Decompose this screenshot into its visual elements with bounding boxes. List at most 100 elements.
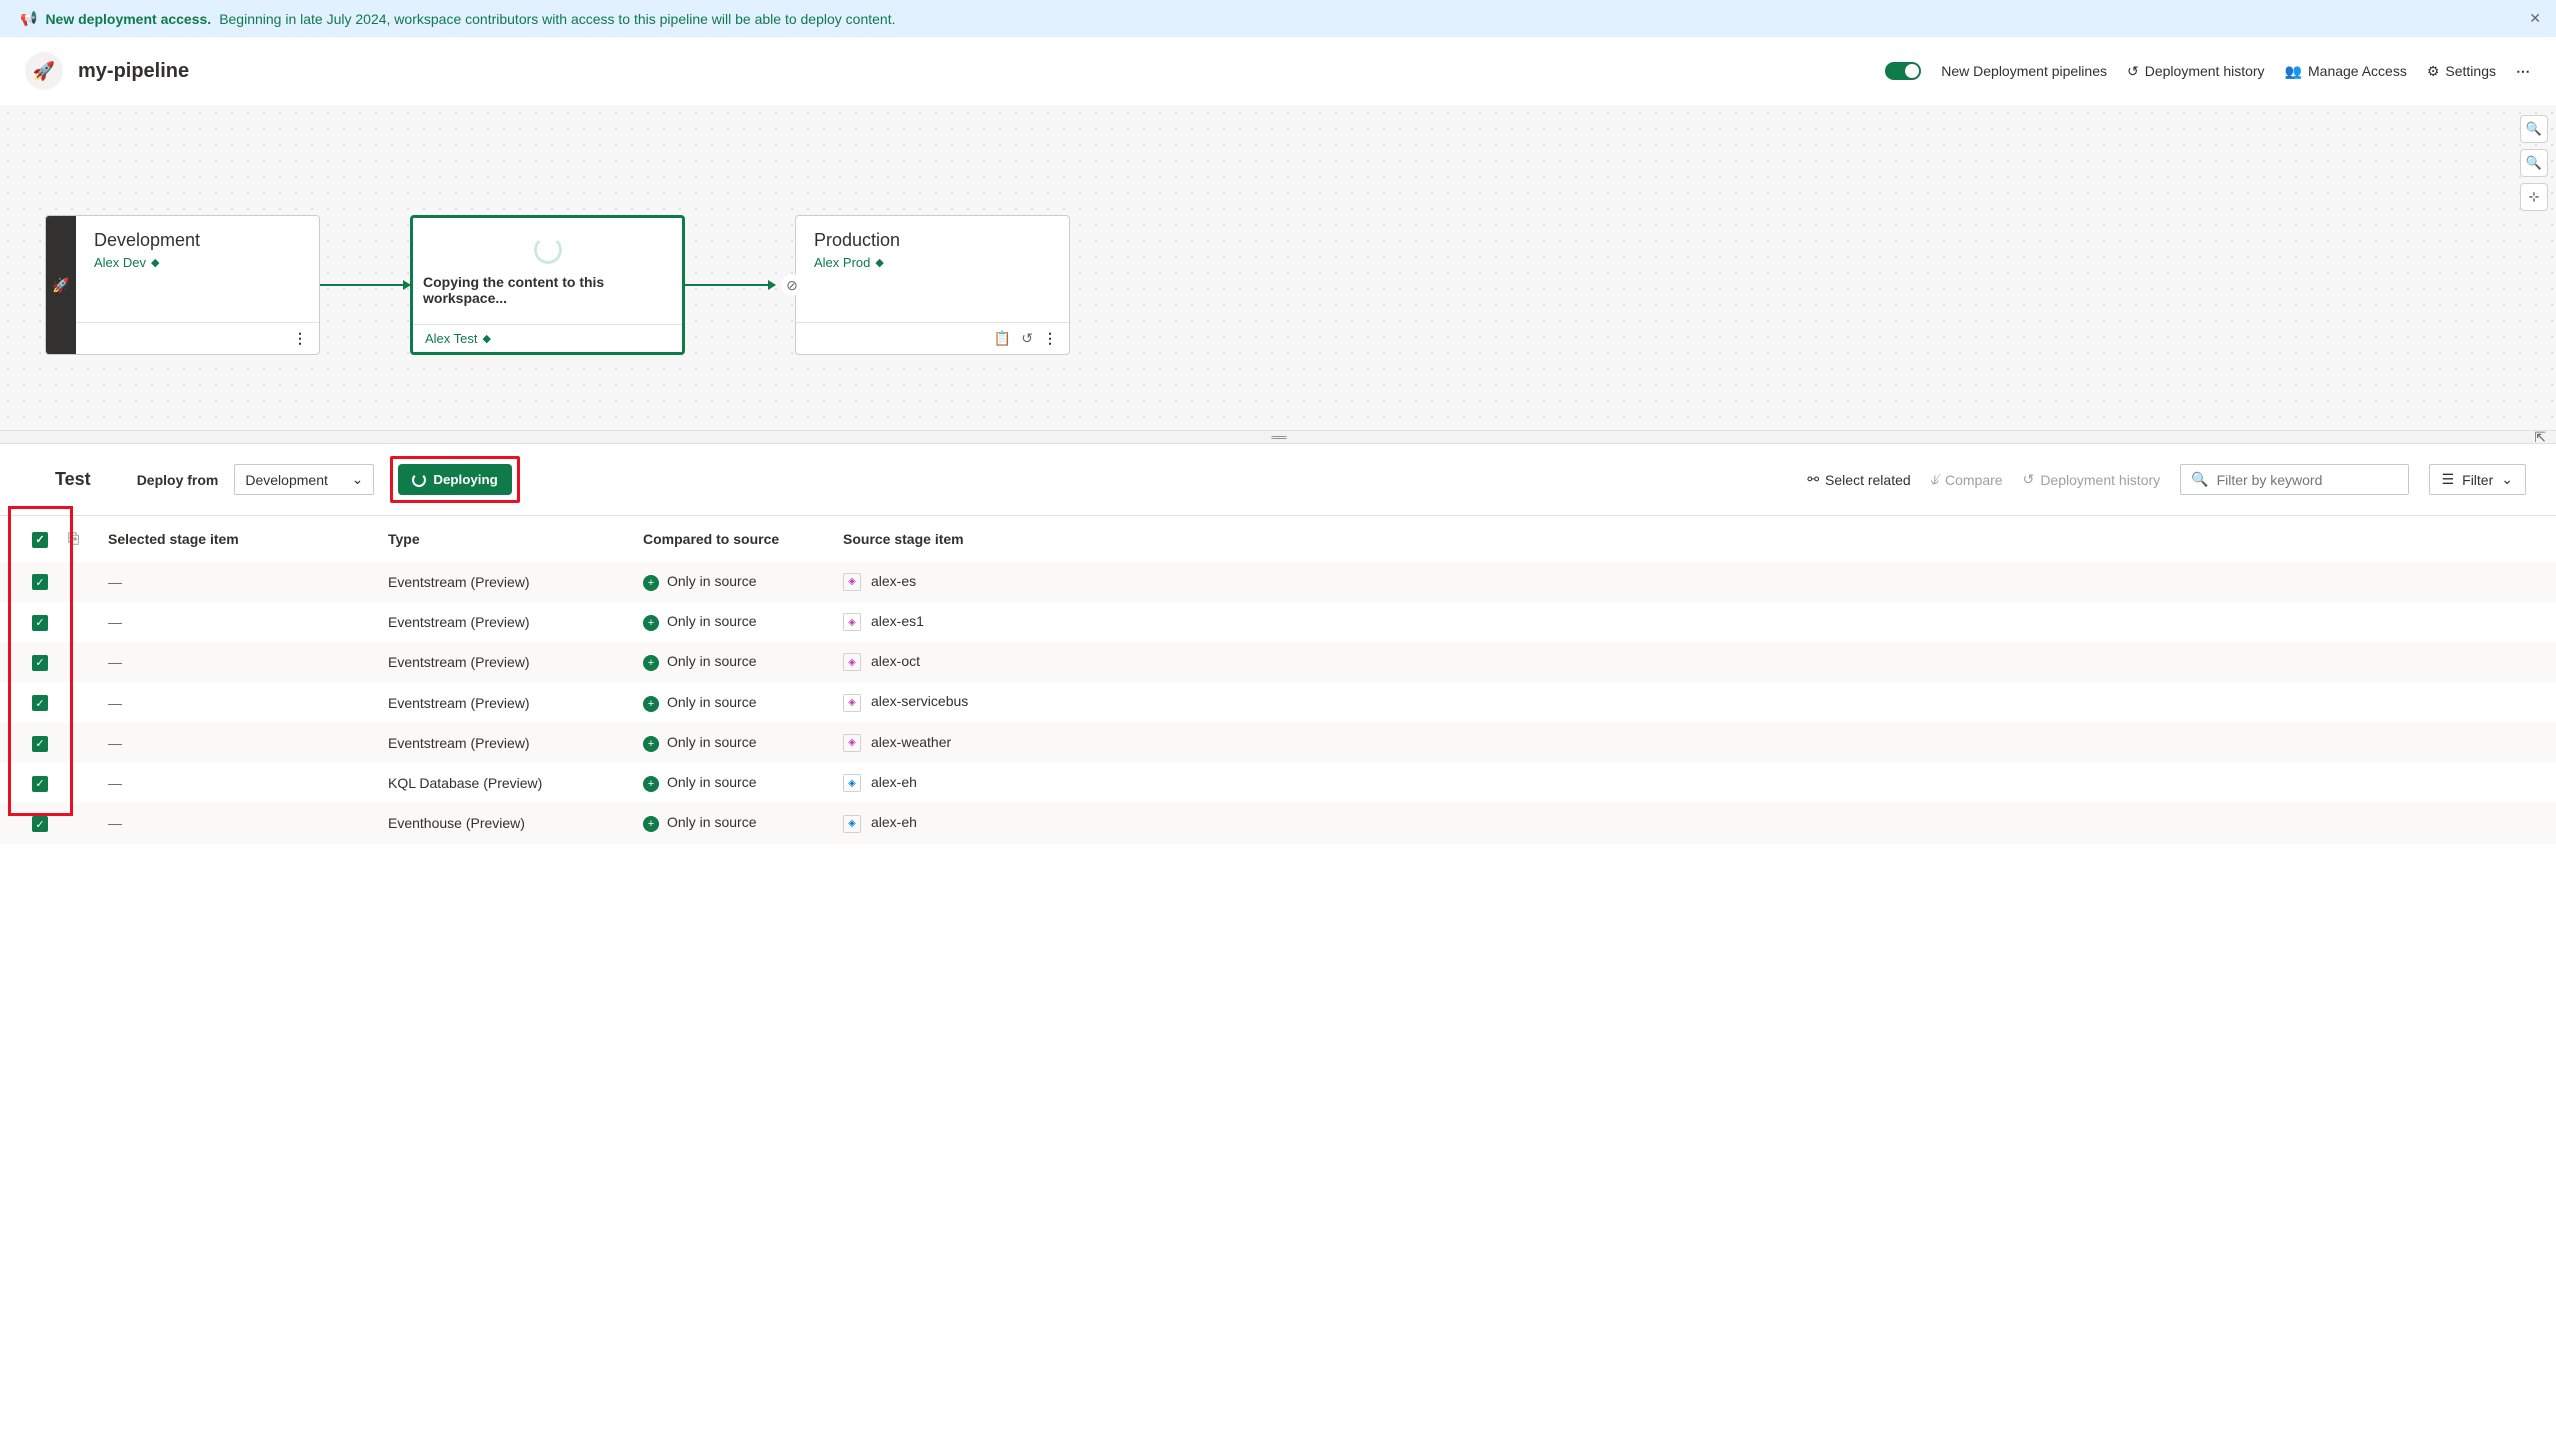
plus-icon: + bbox=[643, 816, 659, 832]
table-row[interactable]: ✓ — Eventhouse (Preview) +Only in source… bbox=[0, 803, 2556, 843]
toggle-label: New Deployment pipelines bbox=[1941, 63, 2107, 79]
deploy-button[interactable]: Deploying bbox=[398, 464, 511, 495]
table-row[interactable]: ✓ — Eventstream (Preview) +Only in sourc… bbox=[0, 682, 2556, 722]
stage-workspace: Alex Prod bbox=[814, 255, 870, 270]
table-row[interactable]: ✓ — Eventstream (Preview) +Only in sourc… bbox=[0, 562, 2556, 602]
source-cell: ◈alex-oct bbox=[833, 642, 2556, 682]
compare-icon: ⫝̸ bbox=[1931, 471, 1939, 488]
stage-workspace: Alex Test bbox=[425, 331, 478, 346]
stage-card-test[interactable]: Copying the content to this workspace...… bbox=[410, 215, 685, 355]
deploy-from-dropdown[interactable]: Development ⌄ bbox=[234, 464, 374, 495]
source-cell: ◈alex-eh bbox=[833, 803, 2556, 843]
stage-card-development[interactable]: 🚀 Development Alex Dev ◆ ⋮ bbox=[45, 215, 320, 355]
deploy-from-label: Deploy from bbox=[137, 472, 219, 488]
compare-button[interactable]: ⫝̸ Compare bbox=[1931, 471, 2003, 488]
toggle-new-pipelines[interactable] bbox=[1885, 62, 1921, 80]
column-header-type[interactable]: Type bbox=[378, 516, 633, 562]
diamond-icon: ◆ bbox=[151, 256, 159, 269]
details-toolbar: Test Deploy from Development ⌄ Deploying… bbox=[0, 444, 2556, 516]
item-type-icon: ◈ bbox=[843, 734, 861, 752]
item-type-icon: ◈ bbox=[843, 573, 861, 591]
item-type-icon: ◈ bbox=[843, 613, 861, 631]
arrow-connector bbox=[320, 284, 410, 286]
arrow-connector: ⊘ bbox=[685, 284, 775, 286]
selected-item-cell: — bbox=[108, 654, 122, 670]
select-related-button[interactable]: ⚯ Select related bbox=[1807, 471, 1910, 488]
source-cell: ◈alex-es1 bbox=[833, 602, 2556, 642]
spinner-icon bbox=[412, 473, 426, 487]
type-cell: Eventstream (Preview) bbox=[378, 723, 633, 763]
filter-button[interactable]: ☰ Filter ⌄ bbox=[2429, 464, 2526, 495]
zoom-out-button[interactable]: 🔍 bbox=[2520, 149, 2548, 177]
item-type-icon: ◈ bbox=[843, 694, 861, 712]
fit-view-button[interactable]: ⊹ bbox=[2520, 183, 2548, 211]
table-row[interactable]: ✓ — Eventstream (Preview) +Only in sourc… bbox=[0, 642, 2556, 682]
type-cell: Eventhouse (Preview) bbox=[378, 803, 633, 843]
deployment-history-button[interactable]: ↺ Deployment history bbox=[2023, 471, 2161, 488]
column-header-compared[interactable]: Compared to source bbox=[633, 516, 833, 562]
search-input-wrapper: 🔍 bbox=[2180, 464, 2408, 495]
plus-icon: + bbox=[643, 696, 659, 712]
share-icon: ⚯ bbox=[1807, 471, 1819, 488]
page-title: my-pipeline bbox=[78, 60, 189, 83]
column-header-selected[interactable]: Selected stage item bbox=[98, 516, 378, 562]
more-menu[interactable]: ⋯ bbox=[2516, 63, 2531, 80]
stage-card-production[interactable]: Production Alex Prod ◆ 📋 ↺ ⋮ bbox=[795, 215, 1070, 355]
plus-icon: + bbox=[643, 615, 659, 631]
search-input[interactable] bbox=[2217, 472, 2398, 488]
stage-workspace: Alex Dev bbox=[94, 255, 146, 270]
stage-title: Development bbox=[94, 230, 301, 251]
source-cell: ◈alex-eh bbox=[833, 763, 2556, 803]
selected-item-cell: — bbox=[108, 614, 122, 630]
table-row[interactable]: ✓ — Eventstream (Preview) +Only in sourc… bbox=[0, 723, 2556, 763]
drag-handle-icon: ══ bbox=[1271, 430, 1284, 444]
close-icon[interactable]: ✕ bbox=[2529, 10, 2541, 27]
highlight-box bbox=[8, 506, 73, 816]
megaphone-icon: 📢 bbox=[20, 10, 37, 27]
plus-icon: + bbox=[643, 736, 659, 752]
selected-item-cell: — bbox=[108, 735, 122, 751]
blocked-icon: ⊘ bbox=[781, 274, 803, 296]
diamond-icon: ◆ bbox=[483, 332, 491, 345]
selected-item-cell: — bbox=[108, 695, 122, 711]
expand-icon[interactable]: ⇱ bbox=[2534, 429, 2546, 446]
item-type-icon: ◈ bbox=[843, 815, 861, 833]
stage-menu[interactable]: ⋮ bbox=[293, 330, 307, 347]
manage-access-link[interactable]: 👥 Manage Access bbox=[2285, 63, 2407, 80]
compared-cell: +Only in source bbox=[633, 723, 833, 763]
page-header: 🚀 my-pipeline New Deployment pipelines ↺… bbox=[0, 37, 2556, 105]
plus-icon: + bbox=[643, 776, 659, 792]
banner-text: Beginning in late July 2024, workspace c… bbox=[219, 11, 895, 27]
panel-divider[interactable]: ══ ⇱ bbox=[0, 430, 2556, 444]
pipeline-icon: 🚀 bbox=[25, 52, 63, 90]
table-row[interactable]: ✓ — Eventstream (Preview) +Only in sourc… bbox=[0, 602, 2556, 642]
column-header-source[interactable]: Source stage item bbox=[833, 516, 2556, 562]
chevron-down-icon: ⌄ bbox=[2501, 471, 2513, 488]
zoom-in-button[interactable]: 🔍 bbox=[2520, 115, 2548, 143]
pipeline-canvas: 🔍 🔍 ⊹ 🚀 Development Alex Dev ◆ ⋮ bbox=[0, 105, 2556, 430]
deployment-history-link[interactable]: ↺ Deployment history bbox=[2127, 63, 2265, 80]
diamond-icon: ◆ bbox=[875, 256, 883, 269]
item-type-icon: ◈ bbox=[843, 653, 861, 671]
people-icon: 👥 bbox=[2285, 63, 2302, 80]
stage-menu[interactable]: ⋮ bbox=[1043, 330, 1057, 347]
filter-icon: ☰ bbox=[2442, 471, 2455, 488]
compared-cell: +Only in source bbox=[633, 562, 833, 602]
settings-link[interactable]: ⚙ Settings bbox=[2427, 63, 2496, 80]
history-icon[interactable]: ↺ bbox=[1021, 330, 1033, 347]
type-cell: Eventstream (Preview) bbox=[378, 562, 633, 602]
row-checkbox[interactable]: ✓ bbox=[32, 816, 48, 832]
loading-text: Copying the content to this workspace... bbox=[423, 274, 672, 306]
toolbar-title: Test bbox=[55, 469, 91, 490]
highlight-box: Deploying bbox=[390, 456, 519, 503]
rules-icon[interactable]: 📋 bbox=[994, 330, 1011, 347]
stage-title: Production bbox=[814, 230, 1051, 251]
banner-title: New deployment access. bbox=[45, 11, 211, 27]
chevron-down-icon: ⌄ bbox=[352, 471, 364, 488]
history-icon: ↺ bbox=[2023, 471, 2035, 488]
notification-banner: 📢 New deployment access. Beginning in la… bbox=[0, 0, 2556, 37]
type-cell: Eventstream (Preview) bbox=[378, 602, 633, 642]
source-cell: ◈alex-servicebus bbox=[833, 682, 2556, 722]
type-cell: Eventstream (Preview) bbox=[378, 642, 633, 682]
table-row[interactable]: ✓ — KQL Database (Preview) +Only in sour… bbox=[0, 763, 2556, 803]
